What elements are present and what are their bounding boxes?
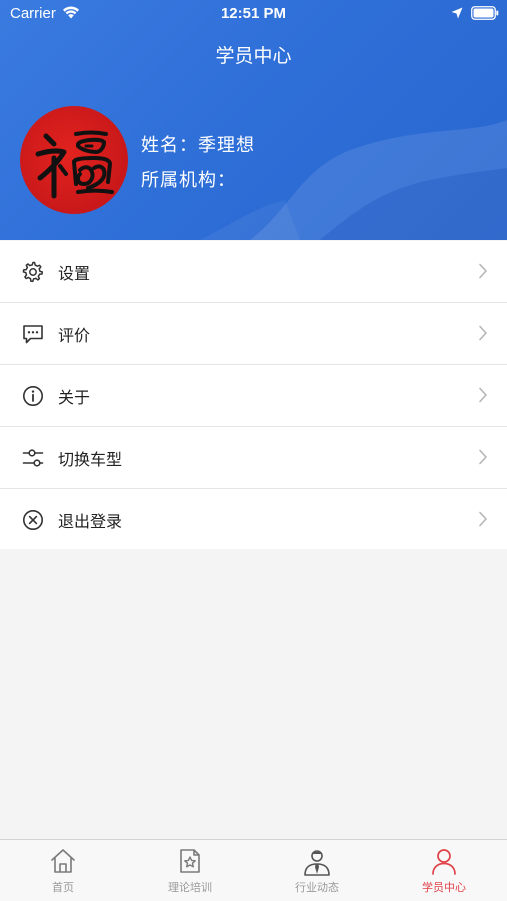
settings-menu: 设置 评价 关于 切换车型 退出登录 (0, 241, 507, 549)
menu-item-label: 退出登录 (58, 512, 123, 531)
org-label: 所属机构： (141, 170, 236, 191)
menu-item-label: 评价 (58, 326, 91, 345)
tab-label: 行业动态 (295, 881, 339, 894)
close-circle-icon (23, 510, 43, 530)
menu-item-review[interactable]: 评价 (0, 303, 507, 365)
tab-theory-training[interactable]: 理论培训 (127, 840, 253, 901)
user-icon (432, 849, 456, 875)
page-title: 学员中心 (215, 45, 292, 67)
avatar-calligraphy-image (35, 130, 114, 199)
status-time: 12:51 PM (220, 5, 287, 22)
chevron-right-icon (479, 511, 487, 527)
location-arrow-icon (451, 7, 463, 19)
menu-item-switch-vehicle[interactable]: 切换车型 (0, 427, 507, 489)
menu-item-settings[interactable]: 设置 (0, 241, 507, 303)
home-icon (51, 849, 75, 873)
menu-item-label: 切换车型 (58, 450, 123, 469)
document-star-icon (180, 849, 200, 873)
menu-item-logout[interactable]: 退出登录 (0, 489, 507, 549)
tab-label: 学员中心 (422, 881, 466, 894)
chevron-right-icon (479, 263, 487, 279)
menu-item-label: 关于 (58, 388, 91, 407)
name-value: 季理想 (198, 135, 255, 156)
person-tie-icon (304, 850, 330, 876)
menu-item-label: 设置 (58, 264, 91, 283)
tab-label: 首页 (52, 881, 74, 894)
name-label: 姓名： (141, 135, 198, 156)
gear-icon (22, 261, 44, 283)
tab-bar: 首页 理论培训 行业动态 学员中心 (0, 839, 507, 901)
chevron-right-icon (479, 325, 487, 341)
student-name: 姓名：季理想 (141, 131, 255, 157)
menu-item-about[interactable]: 关于 (0, 365, 507, 427)
avatar[interactable] (20, 106, 128, 214)
info-icon (23, 386, 43, 406)
tab-industry-news[interactable]: 行业动态 (254, 840, 380, 901)
sliders-icon (22, 449, 44, 467)
profile-header: Carrier 12:51 PM 学员中心 姓名：季理想 所属机构： (0, 0, 507, 240)
tab-label: 理论培训 (168, 881, 212, 894)
comment-icon (23, 325, 43, 344)
chevron-right-icon (479, 449, 487, 465)
tab-home[interactable]: 首页 (0, 840, 126, 901)
battery-icon (471, 6, 499, 20)
status-bar: Carrier 12:51 PM (0, 0, 507, 28)
chevron-right-icon (479, 387, 487, 403)
tab-student-center[interactable]: 学员中心 (381, 840, 507, 901)
student-organization: 所属机构： (141, 166, 236, 192)
